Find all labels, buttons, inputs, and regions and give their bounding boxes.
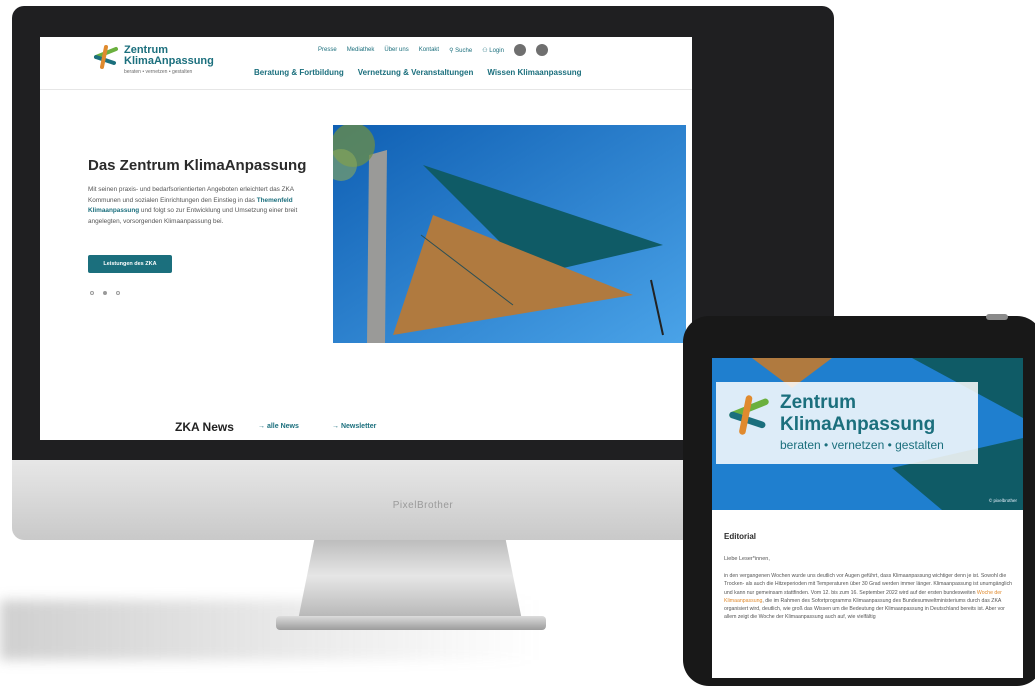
nav-login[interactable]: ⚇ Login xyxy=(482,47,504,54)
nav-suche[interactable]: ⚲ Suche xyxy=(449,47,472,54)
nav-kontakt[interactable]: Kontakt xyxy=(419,47,439,53)
editorial-body: in den vergangenen Wochen wurde uns deut… xyxy=(724,572,1014,622)
accessibility-icon[interactable] xyxy=(513,44,526,56)
carousel-dot[interactable] xyxy=(116,291,120,295)
tablet-logo-line2: KlimaAnpassung xyxy=(780,414,936,435)
carousel-dot[interactable] xyxy=(90,291,94,295)
hero-body: Mit seinen praxis- und bedarfsorientiert… xyxy=(88,185,312,227)
nav-vernetzung[interactable]: Vernetzung & Veranstaltungen xyxy=(358,68,474,77)
main-nav: Beratung & Fortbildung Vernetzung & Vera… xyxy=(254,68,582,77)
editorial-greeting: Liebe Leser*innen, xyxy=(724,556,770,562)
editorial-body-text-1: in den vergangenen Wochen wurde uns deut… xyxy=(724,573,1013,596)
zka-logo[interactable]: Zentrum KlimaAnpassung beraten • vernetz… xyxy=(92,43,242,77)
leistungen-button[interactable]: Leistungen des ZKA xyxy=(88,255,172,273)
tablet-logo-icon xyxy=(729,395,769,435)
tablet-camera xyxy=(986,314,1008,320)
photo-credit: © pixelbrother xyxy=(988,498,1017,503)
carousel-dot-active[interactable] xyxy=(103,291,107,295)
zka-logo-icon xyxy=(94,45,118,69)
editorial-body-text-2: , die im Rahmen des Sofortprogramms Klim… xyxy=(724,597,1005,621)
news-title: ZKA News xyxy=(175,420,234,434)
nav-presse[interactable]: Presse xyxy=(318,47,337,53)
user-icon: ⚇ xyxy=(482,47,488,54)
all-news-link[interactable]: → alle News xyxy=(258,423,299,430)
carousel-dots xyxy=(90,291,120,295)
nav-login-label: Login xyxy=(489,47,504,54)
desktop-screen: Zentrum KlimaAnpassung beraten • vernetz… xyxy=(40,37,692,440)
hero-title: Das Zentrum KlimaAnpassung xyxy=(88,157,307,174)
newsletter-link[interactable]: → Newsletter xyxy=(332,423,376,430)
tablet-screen: Zentrum KlimaAnpassung beraten • vernetz… xyxy=(712,358,1023,678)
search-icon: ⚲ xyxy=(449,47,454,54)
nav-suche-label: Suche xyxy=(455,47,473,54)
tablet-logo-line1: Zentrum xyxy=(780,392,856,413)
editorial-title: Editorial xyxy=(724,532,757,541)
top-nav: Presse Mediathek Über uns Kontakt ⚲ Such… xyxy=(318,43,548,57)
language-icon[interactable] xyxy=(535,44,548,56)
tablet-logo-tagline: beraten • vernetzen • gestalten xyxy=(780,438,944,452)
nav-mediathek[interactable]: Mediathek xyxy=(347,47,375,53)
nav-ueber-uns[interactable]: Über uns xyxy=(384,47,408,53)
tablet-hero: Zentrum KlimaAnpassung beraten • vernetz… xyxy=(712,358,1023,510)
nav-wissen[interactable]: Wissen Klimaanpassung xyxy=(487,68,581,77)
logo-tagline: beraten • vernetzen • gestalten xyxy=(124,69,193,75)
imac-stand-base xyxy=(276,616,546,630)
hero-image-sun-sails xyxy=(333,125,686,343)
logo-name: Zentrum KlimaAnpassung xyxy=(124,45,214,67)
tablet-logo-name: Zentrum KlimaAnpassung xyxy=(780,392,935,436)
logo-name-line2: KlimaAnpassung xyxy=(124,55,214,67)
site-header: Zentrum KlimaAnpassung beraten • vernetz… xyxy=(40,37,692,90)
nav-beratung[interactable]: Beratung & Fortbildung xyxy=(254,68,344,77)
